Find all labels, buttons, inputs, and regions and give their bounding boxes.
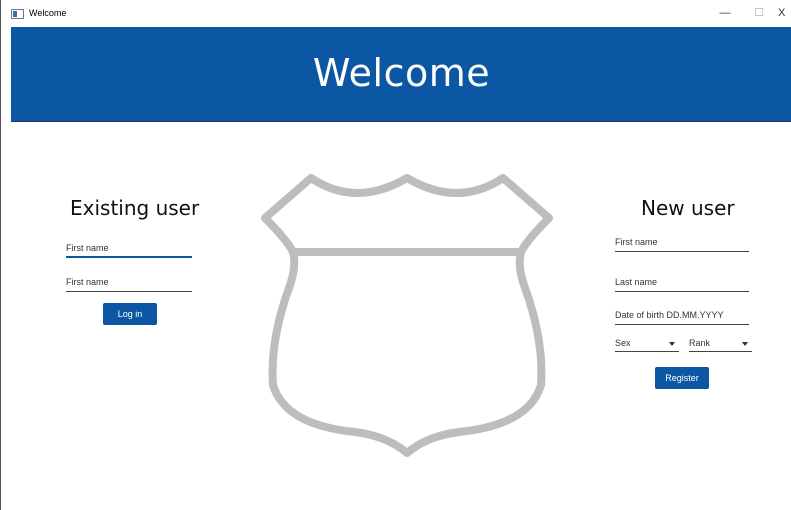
title-bar: Welcome — ☐ X	[1, 0, 791, 26]
login-button[interactable]: Log in	[103, 303, 157, 325]
chevron-down-icon	[669, 342, 675, 346]
minimize-button[interactable]: —	[710, 4, 740, 22]
chevron-down-icon	[742, 342, 748, 346]
existing-user-title: Existing user	[70, 196, 200, 220]
shield-icon	[261, 174, 553, 457]
register-last-name-input[interactable]	[615, 273, 749, 287]
sex-select-value: Sex	[615, 338, 631, 348]
register-dob-input[interactable]	[615, 306, 749, 320]
register-last-name-field[interactable]	[615, 272, 749, 292]
sex-select[interactable]: Sex	[615, 336, 679, 352]
maximize-button[interactable]: ☐	[744, 4, 774, 22]
page-title: Welcome	[312, 51, 491, 95]
rank-select-value: Rank	[689, 338, 711, 348]
rank-select[interactable]: Rank	[689, 336, 752, 352]
register-dob-field[interactable]	[615, 305, 749, 325]
close-button[interactable]: X	[778, 4, 791, 22]
new-user-title: New user	[641, 196, 735, 220]
login-second-input[interactable]	[66, 273, 192, 287]
app-icon	[11, 9, 24, 19]
login-first-name-input[interactable]	[66, 239, 192, 253]
login-second-field[interactable]	[66, 272, 192, 292]
register-first-name-input[interactable]	[615, 233, 749, 247]
window-title: Welcome	[29, 8, 67, 18]
welcome-header: Welcome	[11, 27, 791, 122]
register-first-name-field[interactable]	[615, 232, 749, 252]
app-window: Welcome — ☐ X Welcome Existing user Log …	[0, 0, 791, 510]
login-first-name-field[interactable]	[66, 238, 192, 258]
register-button[interactable]: Register	[655, 367, 709, 389]
